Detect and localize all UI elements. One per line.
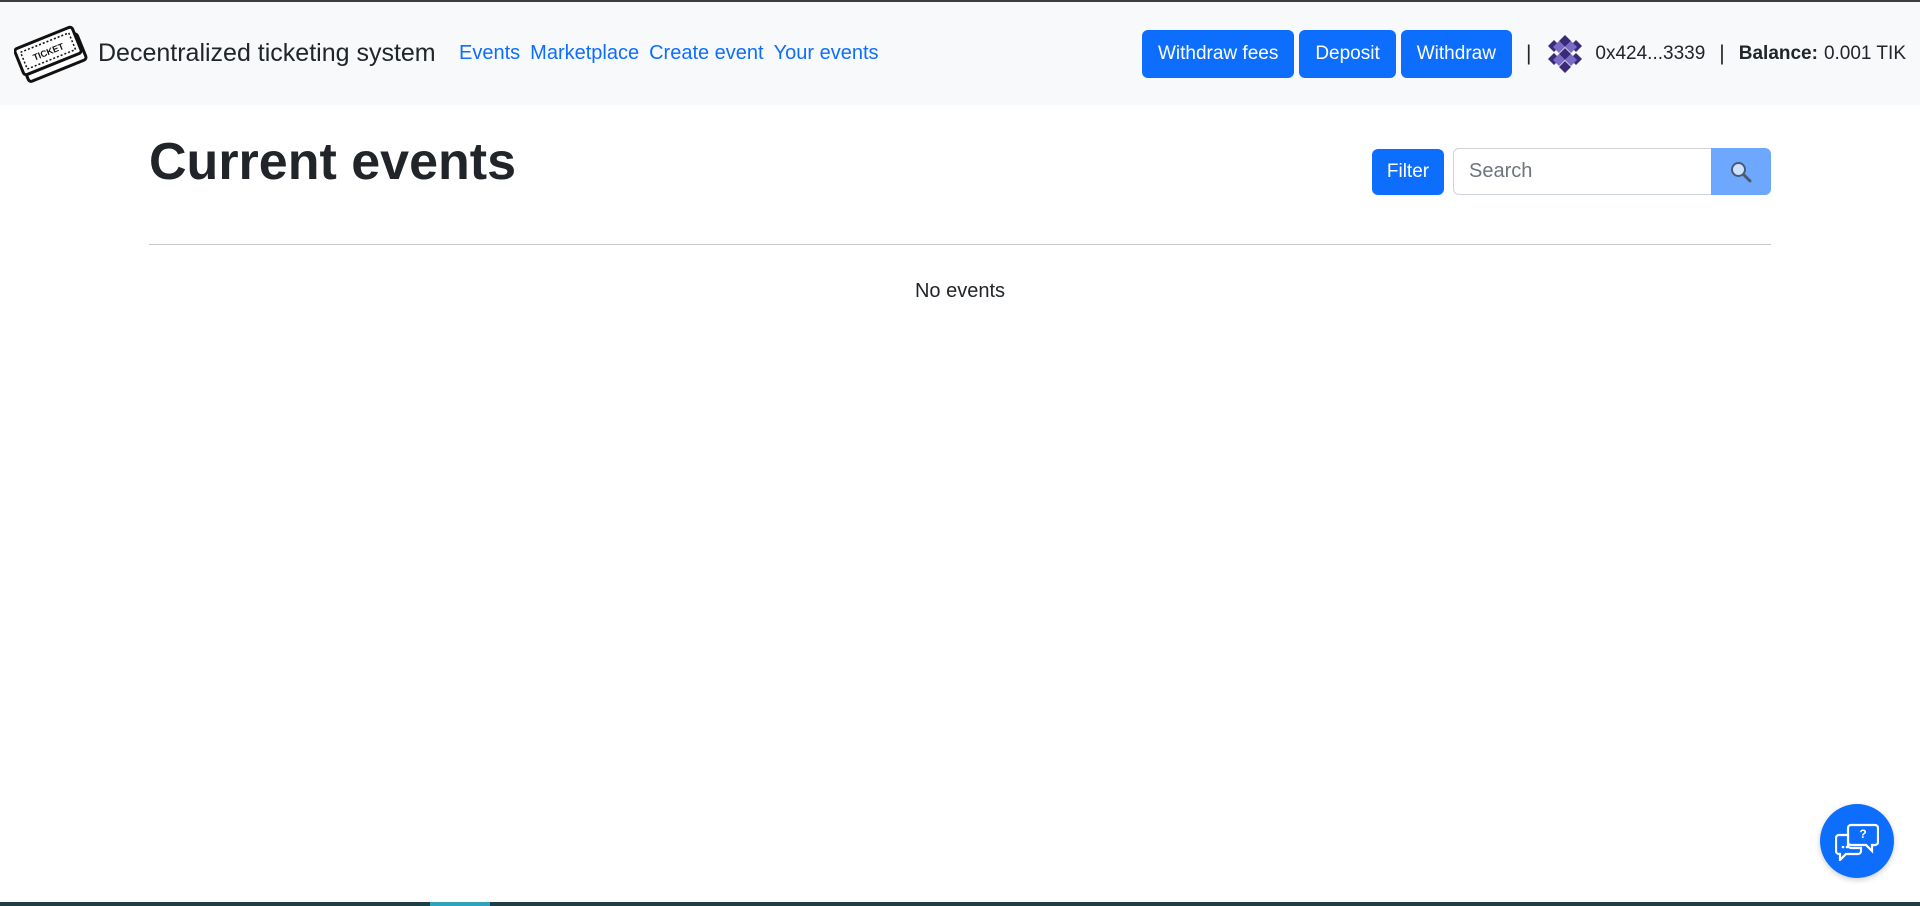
bottom-edge-accent: [430, 902, 490, 906]
nav-link-marketplace[interactable]: Marketplace: [530, 42, 639, 65]
balance-value: 0.001 TIK: [1823, 43, 1906, 64]
search-input[interactable]: [1453, 148, 1711, 195]
page-title: Current events: [149, 133, 516, 191]
withdraw-fees-button[interactable]: Withdraw fees: [1141, 30, 1295, 78]
account-area: Withdraw fees Deposit Withdraw | 0x424..…: [1137, 30, 1906, 78]
search-group: [1453, 148, 1771, 195]
search-button[interactable]: [1711, 148, 1771, 195]
help-chat-button[interactable]: ?: [1820, 804, 1894, 878]
divider: [149, 244, 1771, 245]
balance-label: Balance:: [1738, 43, 1818, 64]
help-chat-icon: ?: [1835, 823, 1879, 861]
nav-link-your-events[interactable]: Your events: [774, 42, 879, 65]
deposit-button[interactable]: Deposit: [1299, 30, 1396, 78]
withdraw-button[interactable]: Withdraw: [1400, 30, 1512, 78]
bottom-edge: [0, 902, 1920, 906]
filter-button[interactable]: Filter: [1372, 149, 1444, 195]
navbar: TICKET Decentralized ticketing system Ev…: [0, 2, 1920, 105]
account-address: 0x424...3339: [1595, 43, 1706, 64]
nav-link-events[interactable]: Events: [459, 42, 520, 65]
separator: |: [1719, 42, 1725, 65]
identicon-avatar: [1548, 35, 1583, 73]
svg-text:?: ?: [1859, 827, 1866, 841]
empty-state-message: No events: [914, 280, 1006, 302]
nav-link-create-event[interactable]: Create event: [649, 42, 764, 65]
search-icon: [1731, 161, 1752, 182]
brand[interactable]: TICKET Decentralized ticketing system: [14, 20, 436, 86]
brand-title: Decentralized ticketing system: [98, 38, 436, 67]
separator: |: [1525, 42, 1532, 65]
ticket-icon: TICKET: [14, 25, 88, 83]
nav-links: Events Marketplace Create event Your eve…: [459, 42, 889, 65]
